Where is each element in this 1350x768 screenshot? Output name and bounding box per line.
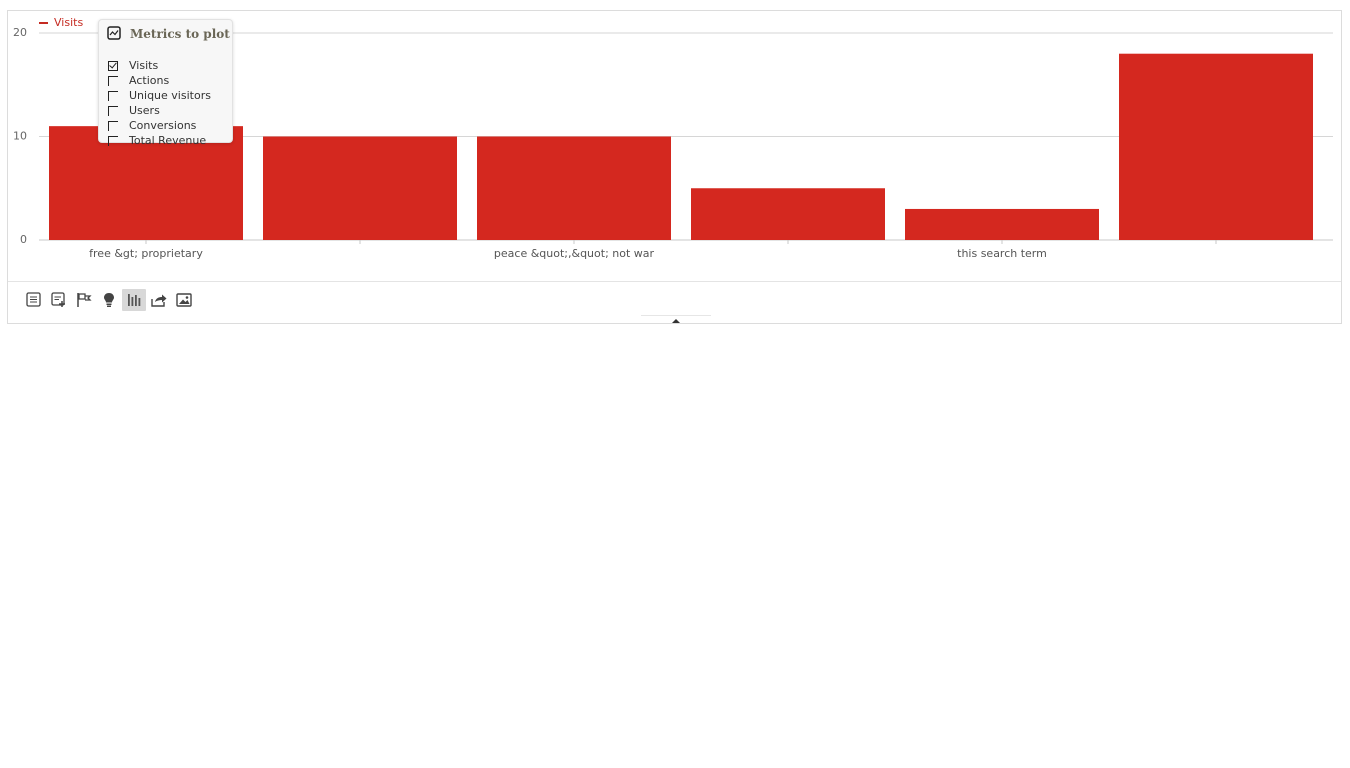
- x-tick-label: this search term: [957, 247, 1047, 260]
- metric-label: Total Revenue: [129, 134, 207, 147]
- goals-flag-button[interactable]: [72, 289, 96, 311]
- table-icon: [26, 292, 41, 307]
- export-share-button[interactable]: [147, 289, 171, 311]
- collapse-toggle[interactable]: [641, 315, 711, 325]
- line-chart-icon: [107, 26, 121, 40]
- metric-option[interactable]: Users: [108, 103, 160, 118]
- metric-checkbox[interactable]: [108, 105, 118, 116]
- bar-2: [263, 136, 457, 240]
- metrics-popup-title: Metrics to plot: [130, 27, 230, 41]
- insights-lightbulb-button[interactable]: [97, 289, 121, 311]
- goals-flag-icon: [77, 293, 92, 307]
- chart-widget: 0 10 20 free &gt; proprietary peace &quot;,&…: [7, 10, 1342, 324]
- x-tick-label: free &gt; proprietary: [89, 247, 203, 260]
- metric-option[interactable]: Visits: [108, 58, 158, 73]
- table-more-columns-icon: [51, 292, 65, 307]
- legend-label: Visits: [54, 16, 84, 29]
- metrics-popup: Metrics to plot Visits Actions Unique visi…: [98, 19, 233, 147]
- metric-label: Conversions: [129, 119, 197, 132]
- table-button[interactable]: [22, 289, 46, 311]
- image-button[interactable]: [172, 289, 196, 311]
- bar-4: [691, 188, 885, 240]
- metric-checkbox[interactable]: [108, 90, 118, 101]
- metric-checkbox[interactable]: [108, 135, 118, 146]
- metric-checkbox[interactable]: [108, 60, 118, 71]
- image-icon: [176, 293, 192, 307]
- metric-label: Users: [129, 104, 160, 117]
- report-toolbar: [22, 289, 197, 311]
- collapse-arrow-icon: [672, 319, 680, 323]
- metric-option[interactable]: Actions: [108, 73, 169, 88]
- y-tick-label: 0: [20, 233, 27, 246]
- metric-label: Actions: [129, 74, 170, 87]
- bar-3: [477, 136, 671, 240]
- bar-chart-button[interactable]: [122, 289, 146, 311]
- metric-checkbox[interactable]: [108, 75, 118, 86]
- metric-option[interactable]: Total Revenue: [108, 133, 206, 148]
- metric-label: Unique visitors: [129, 89, 211, 102]
- y-tick-label: 10: [13, 130, 27, 143]
- y-tick-label: 20: [13, 26, 27, 39]
- legend-item-visits[interactable]: Visits: [39, 16, 83, 29]
- x-tick-label: peace &quot;,&quot; not war: [494, 247, 655, 260]
- metric-option[interactable]: Unique visitors: [108, 88, 211, 103]
- bar-5: [905, 208, 1099, 240]
- legend-swatch: [39, 21, 48, 24]
- export-share-icon: [151, 294, 167, 307]
- bar-6: [1119, 53, 1313, 241]
- table-more-columns-button[interactable]: [47, 289, 71, 311]
- metric-label: Visits: [129, 59, 159, 72]
- metric-option[interactable]: Conversions: [108, 118, 196, 133]
- footer-divider: [8, 281, 1341, 282]
- insights-lightbulb-icon: [104, 293, 114, 307]
- bar-chart-icon: [128, 294, 141, 306]
- metric-checkbox[interactable]: [108, 120, 118, 131]
